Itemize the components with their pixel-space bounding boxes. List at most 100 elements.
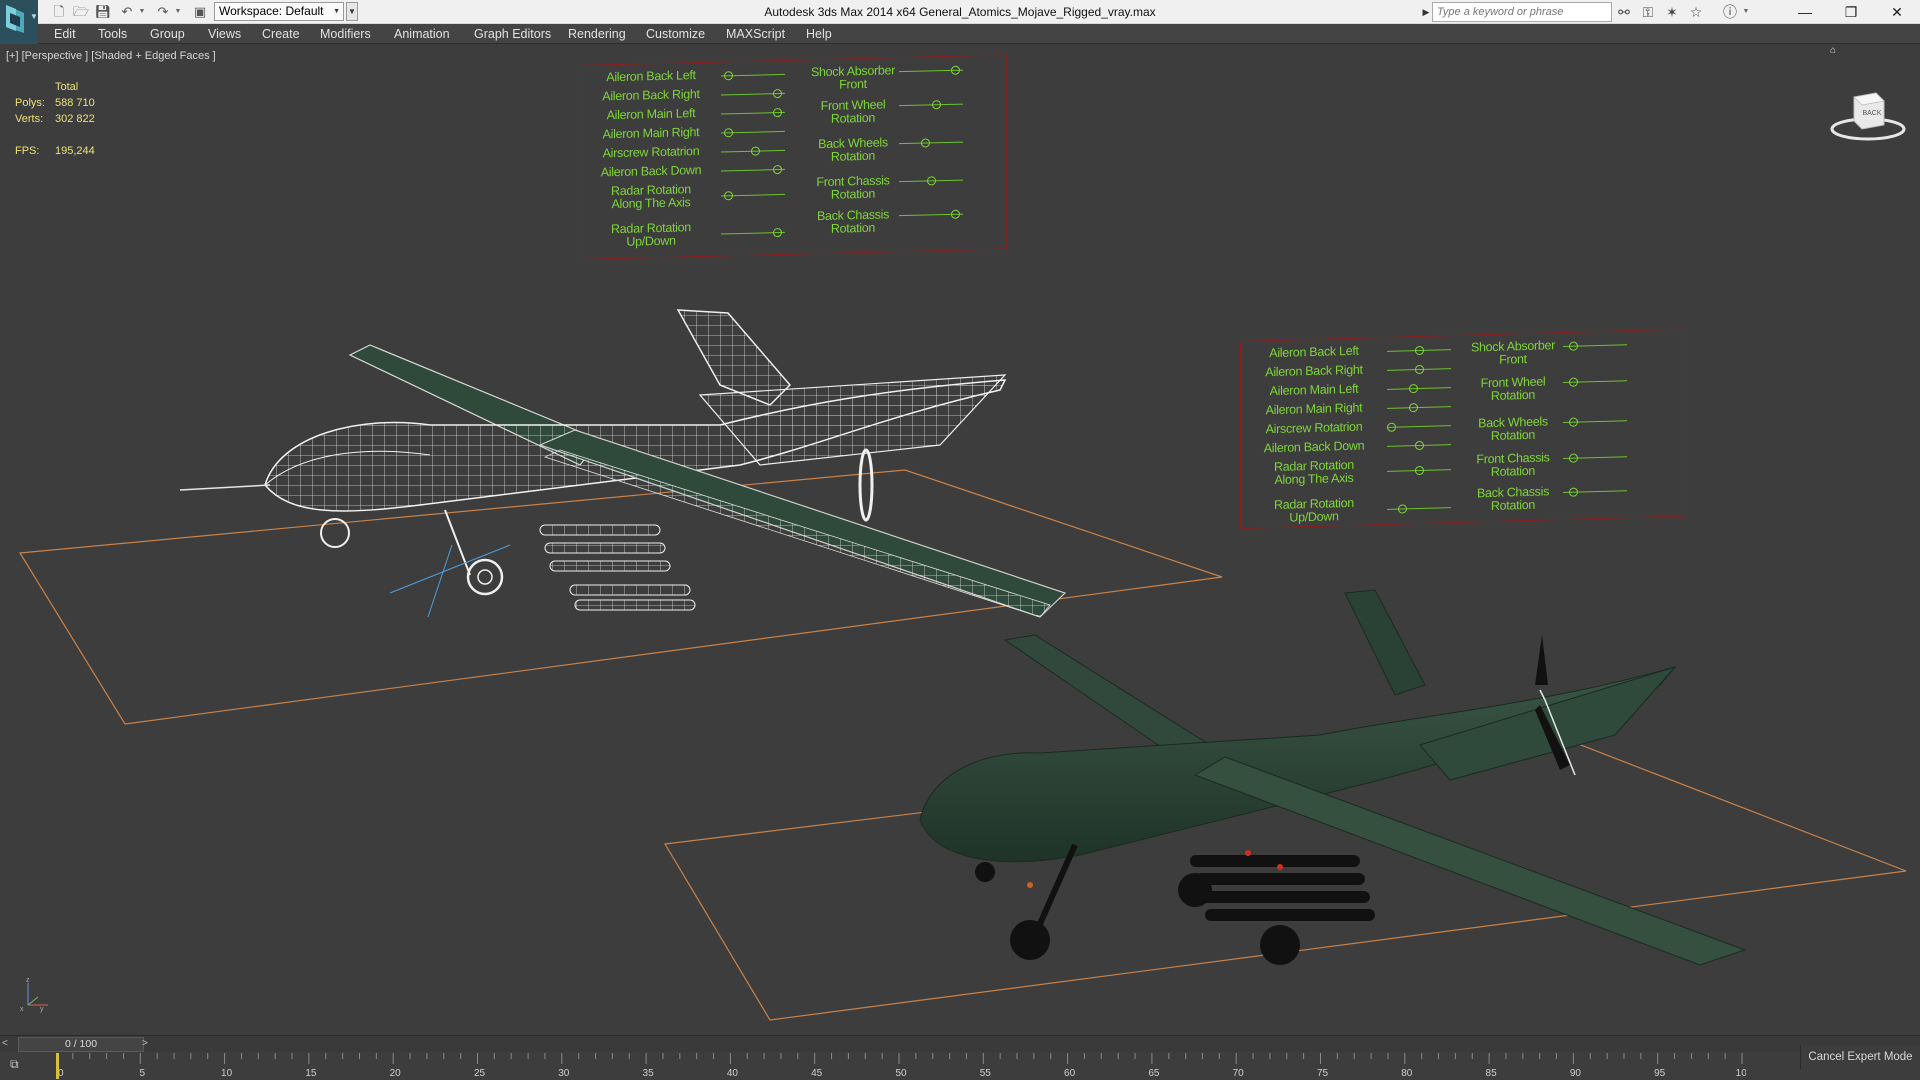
time-slider-thumb[interactable]: 0 / 100 <box>18 1037 144 1052</box>
rig-slider[interactable] <box>1387 403 1451 413</box>
rig-slider-knob[interactable] <box>921 138 930 148</box>
rig-slider[interactable] <box>1563 453 1627 463</box>
binoculars-icon[interactable]: ⚯ <box>1614 3 1634 21</box>
time-slider[interactable]: < 0 / 100 > <box>0 1035 1920 1052</box>
rig-slider-knob[interactable] <box>1568 453 1578 463</box>
rig-slider-knob[interactable] <box>1568 417 1578 427</box>
rig-slider[interactable] <box>899 65 963 75</box>
workspace-select[interactable]: Workspace: Default ▼ <box>214 2 344 21</box>
key-icon[interactable]: ⚿ <box>1638 3 1658 21</box>
cancel-expert-mode-button[interactable]: Cancel Expert Mode <box>1800 1045 1920 1069</box>
chevron-left-icon[interactable]: < <box>2 1036 14 1052</box>
rig-slider[interactable] <box>721 128 785 138</box>
rig-slider-knob[interactable] <box>723 71 733 81</box>
menu-maxscript[interactable]: MAXScript <box>726 24 785 44</box>
rig-slider-knob[interactable] <box>1398 504 1407 514</box>
help-dropdown-icon[interactable]: ▼ <box>1742 3 1750 21</box>
rig-slider-knob[interactable] <box>1414 440 1424 451</box>
app-menu-button[interactable]: ▼ <box>0 0 38 44</box>
menu-tools[interactable]: Tools <box>98 24 127 44</box>
rig-slider[interactable] <box>1563 341 1627 351</box>
rig-slider-knob[interactable] <box>1387 422 1396 432</box>
rig-slider[interactable] <box>721 164 785 175</box>
rig-slider-knob[interactable] <box>1414 465 1424 476</box>
wireframe-drone[interactable] <box>179 309 1067 618</box>
undo-dropdown-icon[interactable]: ▼ <box>138 3 146 21</box>
menu-modifiers[interactable]: Modifiers <box>320 24 371 44</box>
rig-slider[interactable] <box>899 176 963 186</box>
rig-slider[interactable] <box>899 100 963 110</box>
satellite-icon[interactable]: ✶ <box>1662 3 1682 21</box>
rig-control-panel-right[interactable]: Aileron Back Left Aileron Back Right Ailer… <box>1240 328 1686 529</box>
menu-customize[interactable]: Customize <box>646 24 705 44</box>
rig-slider[interactable] <box>721 146 785 156</box>
restore-icon[interactable]: ❐ <box>1828 0 1874 24</box>
rig-slider-knob[interactable] <box>1568 377 1578 387</box>
track-bar[interactable]: ⧉ 0 5 10 15 20 25 30 35 40 45 50 55 60 65 70 75 80 85 90 95… <box>0 1052 1920 1080</box>
viewcube-icon[interactable]: BACK <box>1828 79 1908 149</box>
rig-slider-knob[interactable] <box>1568 487 1578 497</box>
rig-slider-knob[interactable] <box>723 191 733 201</box>
new-file-icon[interactable]: 🗋 <box>50 3 68 21</box>
menu-help[interactable]: Help <box>806 24 832 44</box>
viewcube-face-label[interactable]: BACK <box>1862 110 1881 117</box>
rig-slider[interactable] <box>1387 465 1451 476</box>
rig-slider-knob[interactable] <box>773 164 783 175</box>
viewport-label[interactable]: [+] [Perspective ] [Shaded + Edged Faces… <box>6 50 216 62</box>
current-frame-marker[interactable] <box>56 1053 59 1079</box>
rig-slider-knob[interactable] <box>1409 384 1418 394</box>
track-ruler[interactable]: 0 5 10 15 20 25 30 35 40 45 50 55 60 65 70 75 80 85 90 95 10… <box>56 1052 1746 1080</box>
open-file-icon[interactable]: 🗁 <box>72 3 90 21</box>
rig-slider[interactable] <box>721 191 785 201</box>
rig-slider[interactable] <box>1563 417 1627 427</box>
project-folder-icon[interactable]: ▣ <box>191 3 209 21</box>
rig-slider-knob[interactable] <box>1568 341 1578 351</box>
search-input[interactable] <box>1432 2 1612 22</box>
redo-icon[interactable]: ↷ <box>154 3 172 21</box>
menu-animation[interactable]: Animation <box>394 24 450 44</box>
rig-slider-knob[interactable] <box>951 65 961 75</box>
rig-slider[interactable] <box>899 138 963 148</box>
shaded-drone[interactable] <box>919 589 1747 966</box>
rig-slider[interactable] <box>1387 440 1451 451</box>
minimize-icon[interactable]: — <box>1782 0 1828 24</box>
rig-slider-knob[interactable] <box>723 128 733 138</box>
rig-slider[interactable] <box>899 209 963 219</box>
rig-control-panel-top[interactable]: Aileron Back Left Aileron Back Right Ailer… <box>577 54 1007 260</box>
star-icon[interactable]: ☆ <box>1686 3 1706 21</box>
close-icon[interactable]: ✕ <box>1874 0 1920 24</box>
rig-slider-knob[interactable] <box>773 107 783 118</box>
perspective-viewport[interactable]: [+] [Perspective ] [Shaded + Edged Faces… <box>0 45 1920 1035</box>
redo-dropdown-icon[interactable]: ▼ <box>174 3 182 21</box>
rig-slider[interactable] <box>1387 384 1451 394</box>
rig-slider-knob[interactable] <box>951 209 961 219</box>
home-icon[interactable]: ⌂ <box>1830 45 1836 56</box>
search-expand-icon[interactable]: ▶ <box>1420 3 1432 21</box>
rig-slider[interactable] <box>1563 377 1627 387</box>
menu-edit[interactable]: Edit <box>54 24 76 44</box>
save-icon[interactable]: 💾︎ <box>94 3 112 21</box>
workspace-menu-button[interactable]: ▼ <box>346 2 358 21</box>
rig-slider[interactable] <box>721 88 785 99</box>
rig-slider-knob[interactable] <box>1414 345 1424 356</box>
rig-slider[interactable] <box>721 227 785 238</box>
rig-slider[interactable] <box>721 71 785 81</box>
rig-slider[interactable] <box>1387 345 1451 356</box>
chevron-right-icon[interactable]: > <box>142 1036 154 1052</box>
menu-create[interactable]: Create <box>262 24 300 44</box>
undo-icon[interactable]: ↶ <box>118 3 136 21</box>
rig-slider[interactable] <box>1563 487 1627 497</box>
help-icon[interactable]: ⓘ <box>1720 3 1740 21</box>
rig-slider[interactable] <box>1387 422 1451 432</box>
menu-views[interactable]: Views <box>208 24 241 44</box>
rig-slider[interactable] <box>721 107 785 118</box>
rig-slider-knob[interactable] <box>1414 364 1424 375</box>
rig-slider-knob[interactable] <box>1409 403 1418 413</box>
rig-slider[interactable] <box>1387 504 1451 514</box>
rig-slider-knob[interactable] <box>773 227 783 238</box>
rig-slider[interactable] <box>1387 364 1451 375</box>
menu-group[interactable]: Group <box>150 24 185 44</box>
rig-slider-knob[interactable] <box>932 100 941 110</box>
menu-graph-editors[interactable]: Graph Editors <box>474 24 551 44</box>
rig-slider-knob[interactable] <box>751 146 761 156</box>
